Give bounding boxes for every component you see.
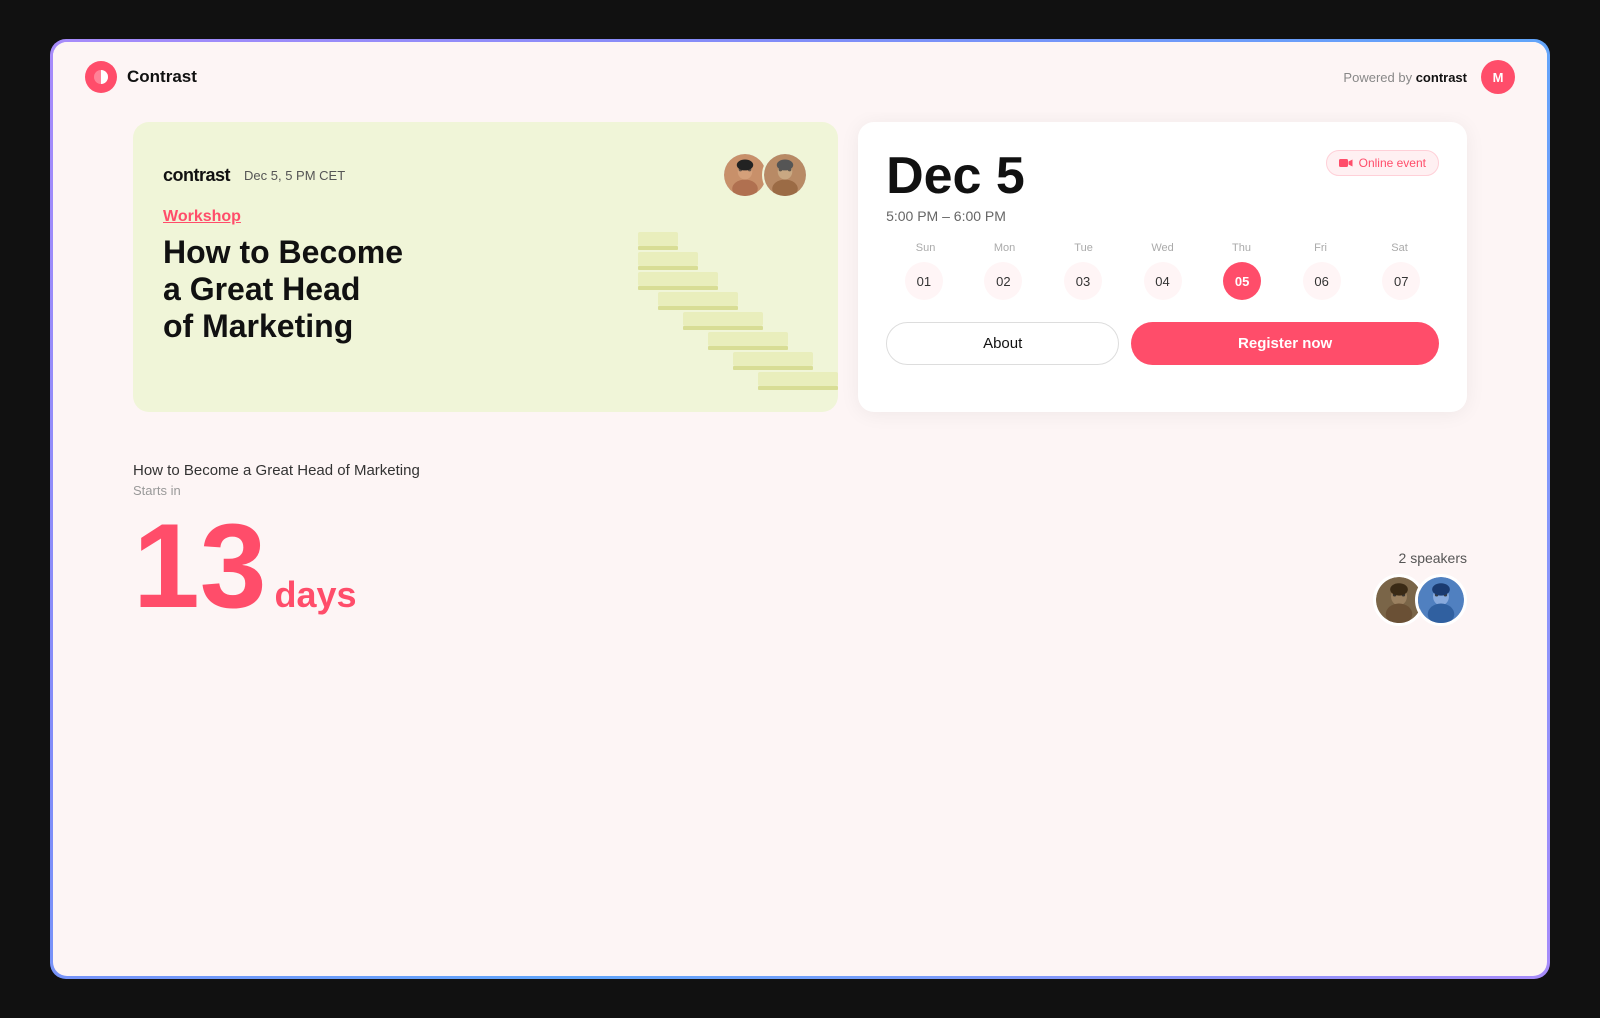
logo-text: Contrast <box>127 67 197 87</box>
banner-card: contrast Dec 5, 5 PM CET <box>133 122 838 412</box>
cal-date-02[interactable]: 02 <box>984 262 1022 300</box>
banner-event-date: Dec 5, 5 PM CET <box>244 168 345 183</box>
countdown-number: 13 <box>133 506 266 626</box>
event-day: Dec 5 <box>886 150 1025 202</box>
day-mon: Mon <box>965 242 1044 254</box>
day-sun: Sun <box>886 242 965 254</box>
cal-date-04[interactable]: 04 <box>1144 262 1182 300</box>
day-tue: Tue <box>1044 242 1123 254</box>
time-range: 5:00 PM – 6:00 PM <box>886 208 1439 224</box>
stairs-illustration <box>638 192 838 412</box>
cal-date-01[interactable]: 01 <box>905 262 943 300</box>
header: Contrast Powered by contrast M <box>53 42 1547 112</box>
cal-date-07[interactable]: 07 <box>1382 262 1420 300</box>
calendar-grid: Sun Mon Tue Wed Thu Fri Sat 01 02 03 <box>886 242 1439 300</box>
bottom-event-title: How to Become a Great Head of Marketing <box>133 462 1373 479</box>
contrast-logo-icon <box>85 61 117 93</box>
day-fri: Fri <box>1281 242 1360 254</box>
speakers-avatars-row <box>1373 574 1467 626</box>
countdown-area: How to Become a Great Head of Marketing … <box>133 462 1373 626</box>
browser-inner: Contrast Powered by contrast M contrast … <box>53 42 1547 976</box>
day-wed: Wed <box>1123 242 1202 254</box>
bottom-speaker-avatar-2 <box>1415 574 1467 626</box>
online-badge: Online event <box>1326 150 1439 176</box>
day-sat: Sat <box>1360 242 1439 254</box>
register-button[interactable]: Register now <box>1131 322 1439 365</box>
event-title-banner: How to Become a Great Head of Marketing <box>163 234 443 344</box>
speakers-label: 2 speakers <box>1373 550 1467 566</box>
browser-frame: Contrast Powered by contrast M contrast … <box>50 39 1550 979</box>
calendar-header: Dec 5 Online event <box>886 150 1439 202</box>
bottom-section: How to Become a Great Head of Marketing … <box>133 452 1467 626</box>
calendar-dates: 01 02 03 04 05 06 07 <box>886 262 1439 300</box>
calendar-card: Dec 5 Online event 5:00 PM – 6:00 PM <box>858 122 1467 412</box>
user-avatar[interactable]: M <box>1481 60 1515 94</box>
header-right: Powered by contrast M <box>1343 60 1515 94</box>
cal-date-03[interactable]: 03 <box>1064 262 1102 300</box>
countdown-unit: days <box>274 574 356 616</box>
calendar-days-header: Sun Mon Tue Wed Thu Fri Sat <box>886 242 1439 254</box>
logo-area: Contrast <box>85 61 197 93</box>
countdown-display: 13 days <box>133 506 1373 626</box>
about-button[interactable]: About <box>886 322 1119 365</box>
cal-date-05[interactable]: 05 <box>1223 262 1261 300</box>
cal-date-06[interactable]: 06 <box>1303 262 1341 300</box>
action-buttons: About Register now <box>886 322 1439 365</box>
event-cards: contrast Dec 5, 5 PM CET <box>133 122 1467 412</box>
banner-brand-logo: contrast <box>163 165 230 186</box>
day-thu: Thu <box>1202 242 1281 254</box>
main-content: contrast Dec 5, 5 PM CET <box>53 112 1547 976</box>
powered-by-text: Powered by contrast <box>1343 70 1467 85</box>
starts-in-label: Starts in <box>133 483 1373 498</box>
speakers-area: 2 speakers <box>1373 550 1467 626</box>
